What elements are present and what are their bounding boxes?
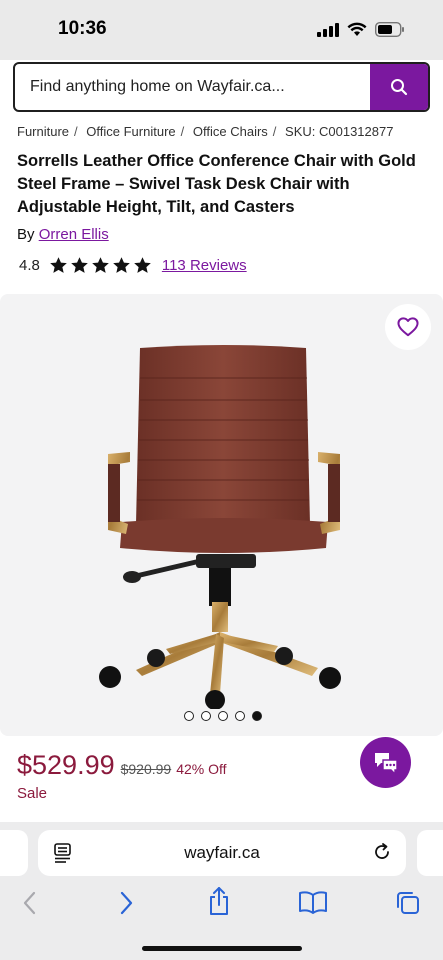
gallery-dot[interactable] [235, 711, 245, 721]
reader-icon[interactable] [54, 843, 72, 863]
gallery-dot[interactable] [218, 711, 228, 721]
chat-icon [374, 752, 398, 776]
rating: 4.8 113 Reviews [19, 256, 247, 275]
breadcrumb-sku: SKU: C001312877 [285, 124, 394, 139]
status-bar: 10:36 [0, 0, 443, 60]
heart-icon [397, 317, 419, 337]
url-text: wayfair.ca [184, 843, 260, 862]
battery-icon [375, 22, 404, 37]
breadcrumb-item-furniture[interactable]: Furniture [17, 124, 69, 139]
next-tab[interactable] [417, 830, 443, 876]
status-time: 10:36 [58, 18, 107, 39]
chat-button[interactable] [360, 737, 411, 788]
breadcrumb-separator: / [74, 124, 78, 139]
search-button[interactable] [370, 64, 428, 110]
brand-byline: By Orren Ellis [17, 226, 109, 243]
search-bar [13, 62, 430, 112]
sale-label: Sale [17, 785, 48, 802]
star-icon [134, 257, 151, 273]
product-title: Sorrells Leather Office Conference Chair… [17, 152, 416, 216]
breadcrumb-separator: / [272, 124, 277, 139]
product-image-office-chair [99, 345, 341, 709]
back-icon[interactable] [20, 890, 40, 916]
star-rating [49, 256, 152, 275]
signal-icon [317, 22, 339, 37]
share-icon[interactable] [207, 886, 231, 916]
browser-bar: wayfair.ca [0, 822, 443, 960]
search-icon [391, 79, 408, 96]
previous-tab[interactable] [0, 830, 28, 876]
by-prefix: By [17, 226, 35, 243]
breadcrumb-separator: / [180, 124, 185, 139]
product-gallery[interactable] [0, 294, 443, 736]
price-row: $529.99 $920.99 42% Off [17, 750, 227, 781]
bookmarks-icon[interactable] [298, 890, 328, 914]
current-price: $529.99 [17, 750, 115, 780]
breadcrumb-item-office-furniture[interactable]: Office Furniture [86, 124, 175, 139]
gallery-dot[interactable] [252, 711, 262, 721]
gallery-dot[interactable] [201, 711, 211, 721]
forward-icon[interactable] [116, 890, 136, 916]
star-icon [113, 257, 130, 273]
original-price: $920.99 [120, 761, 172, 777]
discount-label: 42% Off [176, 761, 227, 777]
star-icon [50, 257, 67, 273]
reviews-link[interactable]: 113 Reviews [162, 257, 247, 274]
gallery-pagination [184, 711, 262, 721]
tabs-icon[interactable] [395, 890, 421, 916]
favorite-button[interactable] [385, 304, 431, 350]
rating-value: 4.8 [19, 257, 40, 274]
wifi-icon [347, 22, 367, 36]
address-bar[interactable]: wayfair.ca [38, 830, 406, 876]
star-icon [92, 257, 109, 273]
browser-toolbar [0, 886, 443, 922]
gallery-dot[interactable] [184, 711, 194, 721]
status-icons [317, 22, 405, 37]
star-icon [71, 257, 88, 273]
breadcrumb: Furniture / Office Furniture / Office Chai… [17, 124, 397, 139]
brand-link[interactable]: Orren Ellis [39, 226, 109, 243]
search-input[interactable] [15, 64, 370, 110]
breadcrumb-item-office-chairs[interactable]: Office Chairs [193, 124, 268, 139]
reload-icon[interactable] [372, 842, 392, 862]
home-indicator [142, 946, 302, 951]
